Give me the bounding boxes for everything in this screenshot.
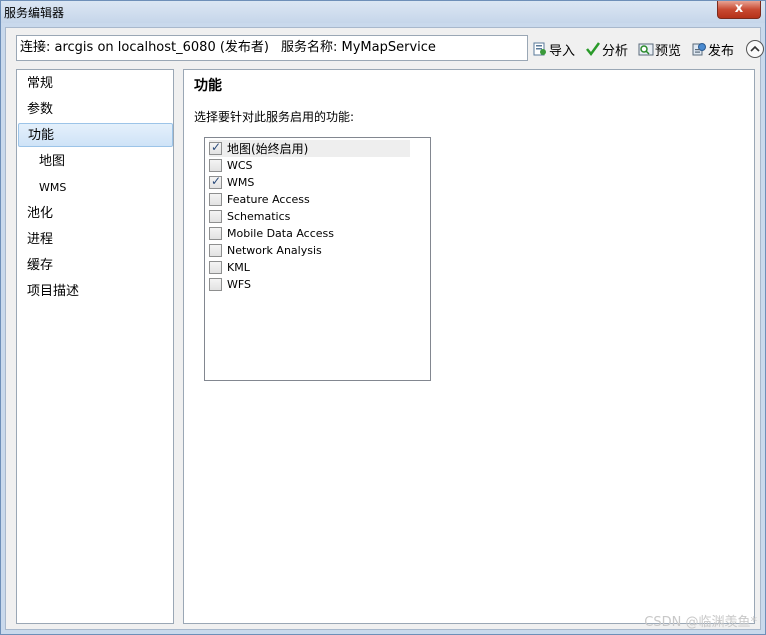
feature-label: WMS [227, 176, 255, 189]
sidebar-item-parameters[interactable]: 参数 [18, 98, 173, 122]
feature-label: Network Analysis [227, 244, 322, 257]
close-button[interactable]: x [717, 1, 761, 19]
feature-row-map[interactable]: 地图(始终启用) [209, 140, 410, 157]
client-area: 连接: arcgis on localhost_6080 (发布者) 服务名称: … [5, 27, 765, 630]
feature-checkbox-kml[interactable] [209, 261, 222, 274]
feature-row-mobile-data-access[interactable]: Mobile Data Access [209, 225, 410, 242]
feature-checkbox-map[interactable] [209, 140, 222, 155]
feature-row-wms[interactable]: WMS [209, 174, 410, 191]
section-description: 选择要针对此服务启用的功能: [194, 110, 355, 124]
toolbar: 导入 分析 预览 发布 [532, 38, 765, 60]
feature-row-schematics[interactable]: Schematics [209, 208, 410, 225]
analyze-button[interactable]: 分析 [585, 40, 628, 59]
capabilities-panel: 功能 选择要针对此服务启用的功能: 地图(始终启用) WCS WMS Feat [183, 69, 755, 624]
feature-row-network-analysis[interactable]: Network Analysis [209, 242, 410, 259]
publish-icon [692, 43, 707, 56]
collapse-button[interactable] [746, 40, 765, 58]
feature-label: Schematics [227, 210, 291, 223]
feature-label: Feature Access [227, 193, 310, 206]
feature-row-wcs[interactable]: WCS [209, 157, 410, 174]
sidebar-item-wms[interactable]: WMS [18, 176, 173, 200]
sidebar-item-map[interactable]: 地图 [18, 150, 173, 174]
preview-icon [638, 43, 654, 56]
import-icon [533, 42, 546, 56]
feature-checkbox-wms[interactable] [209, 174, 222, 189]
sidebar-item-item-description[interactable]: 项目描述 [18, 280, 173, 304]
feature-checkbox-schematics[interactable] [209, 210, 222, 223]
connection-label: 连接: arcgis on localhost_6080 (发布者) [20, 40, 269, 55]
checkmark-icon [586, 42, 601, 57]
import-button[interactable]: 导入 [532, 40, 575, 59]
sidebar-item-caching[interactable]: 缓存 [18, 254, 173, 278]
sidebar-item-general[interactable]: 常规 [18, 72, 173, 96]
section-title: 功能 [194, 78, 222, 94]
chevron-up-icon [750, 45, 760, 52]
preview-label: 预览 [655, 43, 682, 59]
feature-list: 地图(始终启用) WCS WMS Feature Access Schemati… [204, 137, 431, 381]
service-name-label: 服务名称: MyMapService [281, 40, 436, 55]
sidebar-item-capabilities[interactable]: 功能 [18, 123, 173, 147]
feature-checkbox-mobile-data-access[interactable] [209, 227, 222, 240]
feature-row-feature-access[interactable]: Feature Access [209, 191, 410, 208]
feature-checkbox-feature-access[interactable] [209, 193, 222, 206]
service-editor-window: 服务编辑器 x 连接: arcgis on localhost_6080 (发布… [0, 0, 766, 635]
publish-button[interactable]: 发布 [691, 40, 734, 59]
feature-row-kml[interactable]: KML [209, 259, 410, 276]
feature-row-wfs[interactable]: WFS [209, 276, 410, 293]
watermark: CSDN @临渊羡鱼* [644, 615, 757, 630]
publish-label: 发布 [708, 43, 735, 59]
feature-label: 地图(始终启用) [227, 142, 309, 156]
window-title: 服务编辑器 [4, 6, 65, 20]
import-label: 导入 [549, 43, 576, 59]
feature-label: KML [227, 261, 250, 274]
connection-bar: 连接: arcgis on localhost_6080 (发布者) 服务名称: … [16, 35, 528, 61]
feature-checkbox-wcs[interactable] [209, 159, 222, 172]
sidebar-item-pooling[interactable]: 池化 [18, 202, 173, 226]
feature-label: WFS [227, 278, 251, 291]
feature-checkbox-wfs[interactable] [209, 278, 222, 291]
title-bar[interactable]: 服务编辑器 x [1, 1, 765, 23]
feature-label: WCS [227, 159, 253, 172]
preview-button[interactable]: 预览 [638, 40, 681, 59]
sidebar-item-processes[interactable]: 进程 [18, 228, 173, 252]
analyze-label: 分析 [602, 43, 629, 59]
sidebar-nav: 常规 参数 功能 地图 WMS 池化 进程 缓存 项目描述 [16, 69, 174, 624]
feature-checkbox-network-analysis[interactable] [209, 244, 222, 257]
feature-label: Mobile Data Access [227, 227, 334, 240]
